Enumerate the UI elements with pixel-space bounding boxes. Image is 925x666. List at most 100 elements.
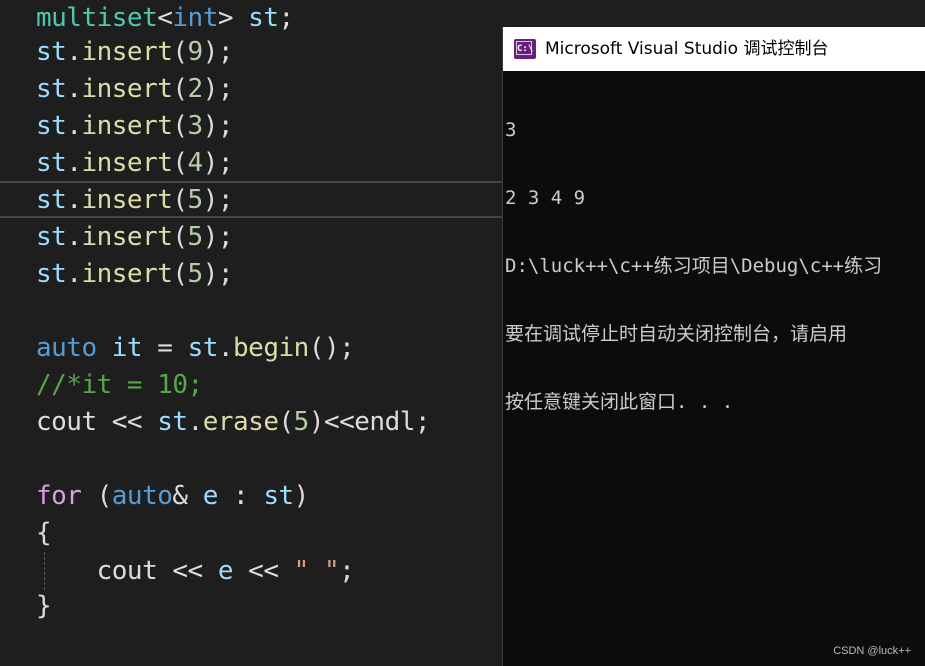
code-token: . bbox=[187, 407, 204, 437]
code-token: << bbox=[96, 407, 158, 437]
code-token: . bbox=[66, 37, 82, 67]
code-token: ( bbox=[278, 407, 295, 437]
code-line: st.insert(4); bbox=[36, 145, 234, 182]
code-line: { bbox=[36, 515, 52, 552]
code-token: insert bbox=[81, 148, 173, 178]
code-line: for (auto& e : st) bbox=[36, 478, 309, 515]
code-token: > bbox=[217, 3, 249, 33]
code-token: st bbox=[248, 3, 279, 33]
code-token: 9 bbox=[187, 37, 204, 67]
code-token: ); bbox=[202, 185, 234, 215]
code-token: . bbox=[66, 148, 82, 178]
console-line: 3 bbox=[505, 119, 517, 141]
code-token: st bbox=[187, 333, 219, 363]
code-token: ) bbox=[293, 481, 310, 511]
code-token: ); bbox=[202, 37, 234, 67]
console-line: 要在调试停止时自动关闭控制台，请启用 bbox=[505, 323, 848, 345]
code-token: ( bbox=[172, 222, 188, 252]
console-titlebar[interactable]: C:\ Microsoft Visual Studio 调试控制台 bbox=[503, 27, 925, 71]
console-title: Microsoft Visual Studio 调试控制台 bbox=[545, 39, 829, 59]
code-token: st bbox=[263, 481, 294, 511]
code-token: it bbox=[111, 333, 143, 363]
code-token: cout bbox=[36, 407, 97, 437]
code-token: int bbox=[172, 3, 218, 33]
code-token: ; bbox=[414, 407, 431, 437]
code-token: ; bbox=[278, 3, 294, 33]
code-token: insert bbox=[81, 185, 173, 215]
code-token: multiset bbox=[36, 3, 158, 33]
code-token: . bbox=[66, 259, 82, 289]
code-token: ); bbox=[202, 259, 234, 289]
code-token: erase bbox=[202, 407, 279, 437]
code-line: multiset<int> st; bbox=[36, 0, 294, 37]
code-token: ( bbox=[172, 259, 188, 289]
console-line: 2 3 4 9 bbox=[505, 187, 586, 209]
code-token: (); bbox=[308, 333, 355, 363]
code-token: ); bbox=[202, 222, 234, 252]
code-token: << bbox=[233, 556, 294, 586]
code-token: ( bbox=[172, 37, 188, 67]
code-token: 4 bbox=[187, 148, 204, 178]
code-line: st.insert(2); bbox=[36, 71, 234, 108]
code-token: insert bbox=[81, 222, 173, 252]
code-token: ( bbox=[172, 185, 188, 215]
code-token: 5 bbox=[187, 185, 204, 215]
code-token: insert bbox=[81, 259, 173, 289]
code-token: ); bbox=[202, 74, 234, 104]
code-token: : bbox=[217, 481, 264, 511]
code-token: st bbox=[36, 259, 67, 289]
code-line: cout << e << " "; bbox=[36, 553, 355, 590]
code-token: insert bbox=[81, 111, 173, 141]
code-token: st bbox=[36, 148, 67, 178]
code-token: ( bbox=[81, 481, 113, 511]
code-token: . bbox=[66, 185, 82, 215]
code-token: . bbox=[66, 111, 82, 141]
code-token: . bbox=[66, 222, 82, 252]
code-token: } bbox=[36, 591, 52, 621]
vs-console-icon: C:\ bbox=[514, 39, 536, 59]
code-token: 5 bbox=[187, 222, 204, 252]
code-line: st.insert(9); bbox=[36, 34, 234, 71]
code-token: auto bbox=[36, 333, 97, 363]
code-token: st bbox=[36, 222, 67, 252]
console-line: 按任意键关闭此窗口. . . bbox=[505, 391, 734, 413]
code-token: insert bbox=[81, 74, 173, 104]
code-token: //*it = 10; bbox=[36, 370, 203, 400]
code-token: )<< bbox=[308, 407, 355, 437]
code-token: 2 bbox=[187, 74, 204, 104]
code-token: << bbox=[157, 556, 218, 586]
code-token: insert bbox=[81, 37, 173, 67]
code-line: } bbox=[36, 588, 52, 625]
code-line: cout << st.erase(5)<<endl; bbox=[36, 404, 431, 441]
debug-console-window[interactable]: C:\ Microsoft Visual Studio 调试控制台 3 2 3 … bbox=[502, 27, 925, 666]
code-token: ); bbox=[202, 111, 234, 141]
code-line: st.insert(5); bbox=[36, 256, 234, 293]
code-token: st bbox=[36, 74, 67, 104]
code-token: { bbox=[36, 518, 52, 548]
code-token: ; bbox=[339, 556, 355, 586]
code-token: begin bbox=[233, 333, 309, 363]
watermark: CSDN @luck++ bbox=[833, 645, 911, 657]
code-token: e bbox=[202, 481, 219, 511]
code-token: . bbox=[217, 333, 234, 363]
code-token: st bbox=[36, 37, 67, 67]
code-token: ( bbox=[172, 111, 188, 141]
code-token: st bbox=[157, 407, 188, 437]
code-token: e bbox=[217, 556, 234, 586]
code-line: st.insert(5); bbox=[36, 219, 234, 256]
code-token: ); bbox=[202, 148, 234, 178]
code-token: st bbox=[36, 185, 67, 215]
console-line: D:\luck++\c++练习项目\Debug\c++练习 bbox=[505, 255, 883, 277]
code-line: //*it = 10; bbox=[36, 367, 203, 404]
code-token: 5 bbox=[187, 259, 204, 289]
code-token: " " bbox=[293, 556, 340, 586]
code-token: 3 bbox=[187, 111, 204, 141]
code-line: st.insert(5); bbox=[36, 182, 234, 219]
console-output: 3 2 3 4 9 D:\luck++\c++练习项目\Debug\c++练习 … bbox=[505, 74, 882, 458]
code-token: endl bbox=[354, 407, 415, 437]
code-token: = bbox=[142, 333, 188, 363]
console-icon-label: C:\ bbox=[517, 44, 534, 54]
code-token: cout bbox=[36, 556, 158, 586]
code-token: ( bbox=[172, 148, 188, 178]
